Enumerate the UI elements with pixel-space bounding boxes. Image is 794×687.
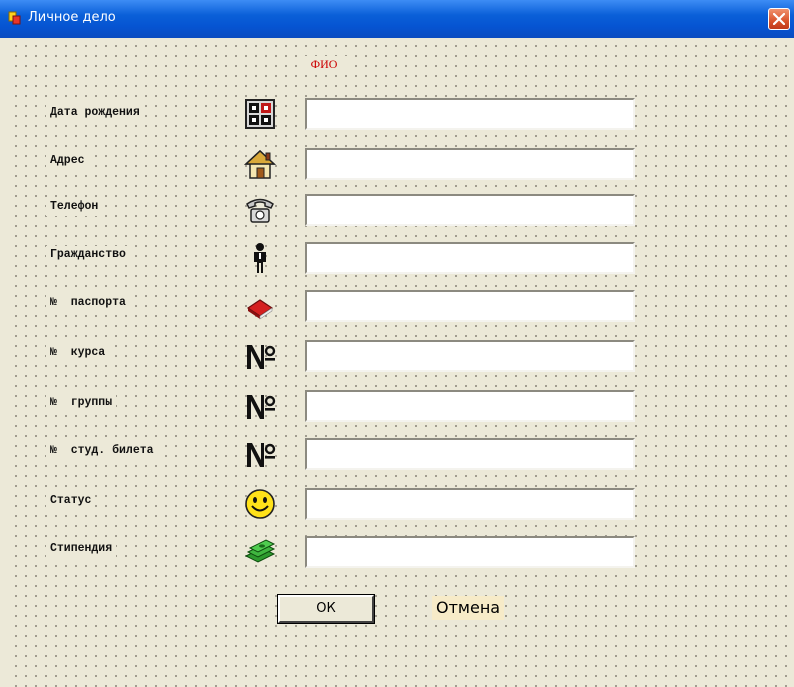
- address-label: Адрес: [46, 152, 89, 170]
- status-label: Статус: [46, 492, 96, 510]
- student-id-number-label: № студ. билета: [46, 442, 158, 460]
- address-input[interactable]: [305, 148, 635, 180]
- stipend-label: Стипендия: [46, 540, 117, 558]
- app-icon: [8, 11, 21, 25]
- passport-number-label: № паспорта: [46, 294, 130, 312]
- house-icon: [244, 149, 276, 179]
- course-number-input[interactable]: [305, 340, 635, 372]
- ok-button[interactable]: ОК: [277, 594, 375, 624]
- numero-icon: [247, 395, 276, 419]
- telephone-icon: [246, 198, 274, 223]
- form-area: ФИО Дата рождения Адрес Телефон Гражданс…: [8, 38, 794, 687]
- smiley-icon: [245, 489, 275, 519]
- phone-label: Телефон: [46, 198, 103, 216]
- citizenship-label: Гражданство: [46, 246, 130, 264]
- birth-date-label: Дата рождения: [46, 104, 144, 122]
- group-number-input[interactable]: [305, 390, 635, 422]
- citizenship-input[interactable]: [305, 242, 635, 274]
- passport-number-input[interactable]: [305, 290, 635, 322]
- birth-date-input[interactable]: [305, 98, 635, 130]
- course-number-label: № курса: [46, 344, 110, 362]
- calendar-icon: [245, 99, 275, 129]
- close-icon: [773, 13, 785, 25]
- close-button[interactable]: [768, 8, 790, 30]
- phone-input[interactable]: [305, 194, 635, 226]
- window-title: Личное дело: [28, 10, 116, 25]
- stipend-input[interactable]: [305, 536, 635, 568]
- group-number-label: № группы: [46, 394, 117, 412]
- numero-icon: [247, 345, 276, 369]
- title-bar[interactable]: Личное дело: [0, 0, 794, 38]
- book-icon: [246, 299, 274, 320]
- money-icon: [244, 539, 276, 563]
- personal-file-window: Личное дело ФИО Дата рождения Адрес Теле…: [0, 0, 794, 687]
- student-id-number-input[interactable]: [305, 438, 635, 470]
- numero-icon: [247, 443, 276, 467]
- cancel-button[interactable]: Отмена: [432, 596, 505, 620]
- fio-heading: ФИО: [298, 56, 350, 72]
- person-icon: [254, 243, 266, 273]
- status-input[interactable]: [305, 488, 635, 520]
